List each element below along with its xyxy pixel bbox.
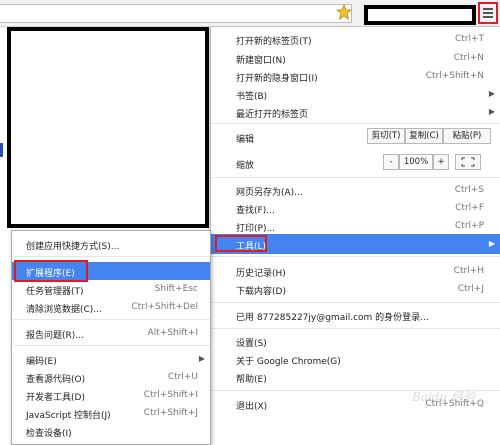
chrome-menu-button[interactable]	[478, 2, 498, 24]
menu-item-downloads[interactable]: 下载内容(D) Ctrl+J	[211, 280, 500, 298]
menu-item-bookmarks[interactable]: 书签(B) ▶	[211, 85, 500, 103]
menu-item-print[interactable]: 打印(P)... Ctrl+P	[211, 217, 500, 235]
menu-item-save-page[interactable]: 网页另存为(A)... Ctrl+S	[211, 181, 500, 199]
menu-item-new-window[interactable]: 新建窗口(N) Ctrl+N	[211, 49, 500, 67]
page-link-mark	[0, 143, 3, 157]
submenu-item-create-shortcut[interactable]: 创建应用快捷方式(S)...	[12, 235, 210, 253]
menu-item-recent-tabs[interactable]: 最近打开的标签页 ▶	[211, 103, 500, 121]
menu-item-tools[interactable]: 工具(L) ▶	[211, 234, 500, 254]
submenu-item-js-console[interactable]: JavaScript 控制台(J) Ctrl+Shift+J	[12, 404, 210, 422]
menu-item-history[interactable]: 历史记录(H) Ctrl+H	[211, 262, 500, 280]
submenu-item-inspect-devices[interactable]: 检查设备(I)	[12, 422, 210, 440]
zoom-out-button[interactable]: -	[383, 154, 399, 170]
menu-item-signin[interactable]: 已用 877285227jy@gmail.com 的身份登录...	[211, 306, 500, 324]
menu-separator	[12, 319, 210, 320]
menu-row-zoom: 缩放 - 100% +	[211, 154, 500, 172]
menu-item-incognito[interactable]: 打开新的隐身窗口(I) Ctrl+Shift+N	[211, 67, 500, 85]
menu-separator	[211, 123, 500, 124]
chevron-right-icon: ▶	[198, 354, 205, 363]
menu-separator	[211, 177, 500, 178]
chrome-menu: 打开新的标签页(T) Ctrl+T 新建窗口(N) Ctrl+N 打开新的隐身窗…	[210, 27, 500, 445]
redacted-content-box	[7, 27, 209, 228]
menu-separator	[211, 256, 500, 257]
submenu-item-encoding[interactable]: 编码(E) ▶	[12, 350, 210, 368]
chevron-right-icon: ▶	[488, 107, 495, 116]
zoom-in-button[interactable]: +	[433, 154, 449, 170]
fullscreen-button[interactable]	[455, 154, 481, 170]
submenu-item-task-manager[interactable]: 任务管理器(T) Shift+Esc	[12, 280, 210, 298]
chevron-right-icon: ▶	[488, 89, 495, 98]
chevron-right-icon: ▶	[488, 239, 495, 248]
paste-button[interactable]: 粘贴(P)	[443, 128, 491, 144]
zoom-level: 100%	[399, 154, 433, 170]
submenu-item-report-issue[interactable]: 报告问题(R)... Alt+Shift+I	[12, 324, 210, 342]
watermark: Baidu 经验	[412, 390, 476, 404]
submenu-item-dev-tools[interactable]: 开发者工具(D) Ctrl+Shift+I	[12, 386, 210, 404]
menu-item-new-tab[interactable]: 打开新的标签页(T) Ctrl+T	[211, 30, 500, 48]
copy-button[interactable]: 复制(C)	[405, 128, 443, 144]
submenu-item-extensions[interactable]: 扩展程序(E)	[12, 260, 210, 282]
menu-separator	[211, 328, 500, 329]
cut-button[interactable]: 剪切(T)	[367, 128, 405, 144]
menu-separator	[12, 345, 210, 346]
fullscreen-icon	[461, 157, 475, 167]
tools-submenu: 创建应用快捷方式(S)... 扩展程序(E) 任务管理器(T) Shift+Es…	[11, 230, 211, 445]
menu-separator	[12, 256, 210, 257]
redacted-extension-area	[364, 5, 476, 25]
menu-item-about[interactable]: 关于 Google Chrome(G)	[211, 350, 500, 368]
submenu-item-clear-data[interactable]: 清除浏览数据(C)... Ctrl+Shift+Del	[12, 298, 210, 316]
menu-row-edit: 编辑 剪切(T) 复制(C) 粘贴(P)	[211, 128, 500, 146]
submenu-item-view-source[interactable]: 查看源代码(O) Ctrl+U	[12, 368, 210, 386]
browser-toolbar	[0, 0, 500, 27]
menu-item-help[interactable]: 帮助(E)	[211, 368, 500, 386]
menu-item-settings[interactable]: 设置(S)	[211, 332, 500, 350]
menu-separator	[211, 302, 500, 303]
menu-item-find[interactable]: 查找(F)... Ctrl+F	[211, 199, 500, 217]
address-bar[interactable]	[0, 4, 352, 23]
bookmark-star-icon[interactable]	[336, 4, 352, 20]
